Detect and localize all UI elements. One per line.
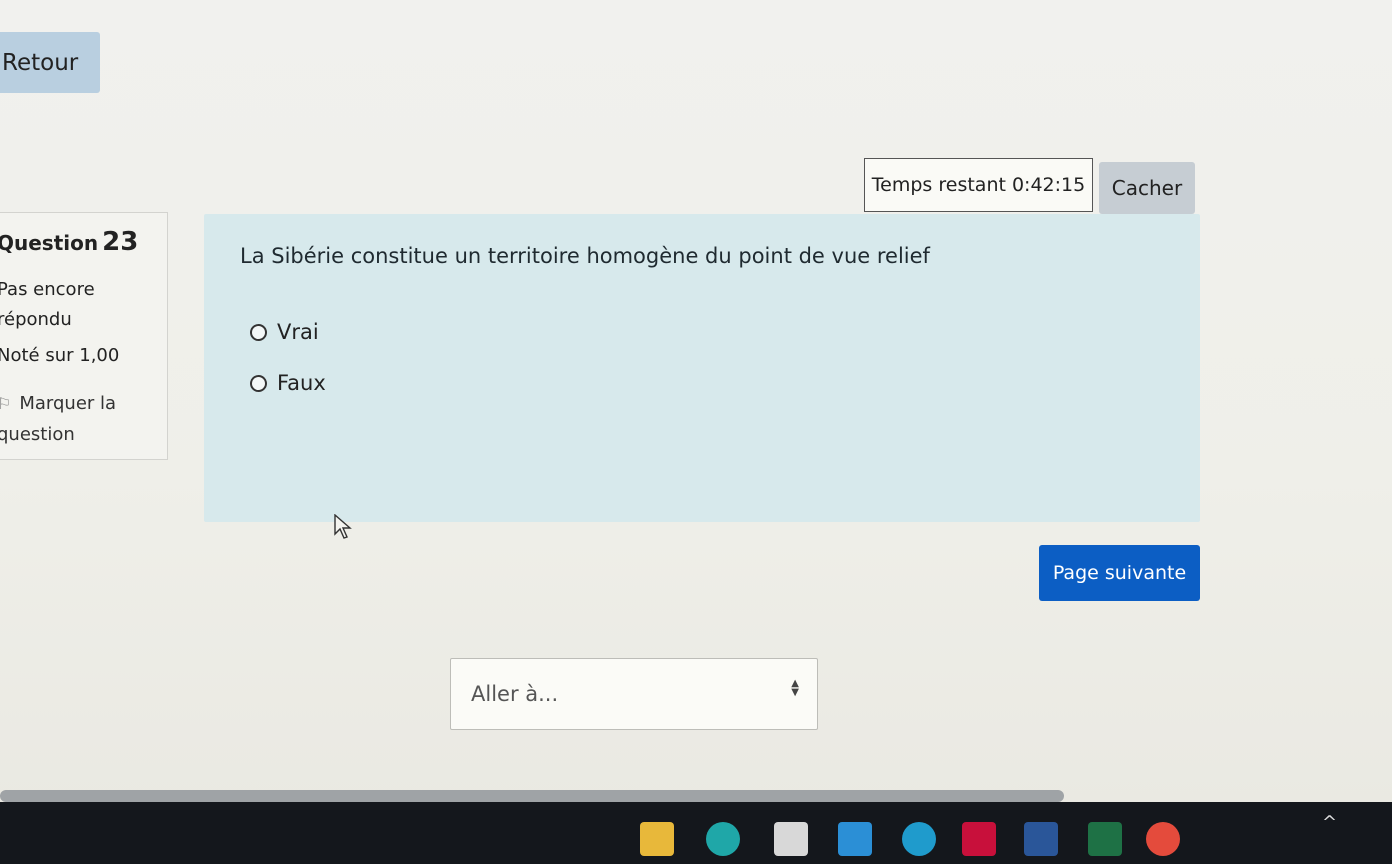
taskbar (0, 802, 1392, 864)
jump-to-value: Aller à... (471, 682, 559, 706)
time-remaining: Temps restant 0:42:15 (864, 158, 1093, 212)
time-remaining-value: 0:42:15 (1011, 174, 1086, 196)
question-info-card: Question 23 Pas encore répondu Noté sur 1… (0, 212, 168, 460)
question-grade: Noté sur 1,00 (0, 345, 120, 366)
horizontal-scrollbar[interactable] (0, 790, 1064, 802)
myip-icon[interactable] (838, 822, 872, 856)
back-button[interactable]: Retour (0, 32, 100, 93)
radio-button[interactable] (250, 323, 267, 341)
question-state: Pas encore répondu (0, 279, 95, 330)
paint-icon[interactable] (902, 822, 936, 856)
chevron-up-icon[interactable]: ^ (1322, 812, 1337, 833)
mcafee-icon[interactable] (962, 822, 996, 856)
store-icon[interactable] (774, 822, 808, 856)
answer-option-vrai[interactable]: Vrai (250, 320, 319, 344)
flag-question-label: Marquer la question (0, 393, 117, 445)
question-number: Question 23 (0, 227, 167, 257)
time-remaining-label: Temps restant (871, 174, 1006, 196)
answer-label: Vrai (277, 320, 319, 344)
hide-timer-button[interactable]: Cacher (1099, 162, 1195, 214)
edge-icon[interactable] (706, 822, 740, 856)
answer-option-faux[interactable]: Faux (250, 371, 326, 395)
file-explorer-icon[interactable] (640, 822, 674, 856)
next-page-button[interactable]: Page suivante (1039, 545, 1200, 601)
jump-to-select[interactable]: Aller à... ▲ ▼ (450, 658, 818, 730)
select-arrows-icon: ▲ ▼ (791, 678, 799, 698)
question-number-value: 23 (102, 227, 139, 257)
flag-question-link[interactable]: ⚐ Marquer la question (0, 388, 167, 450)
radio-button[interactable] (250, 374, 267, 392)
question-text: La Sibérie constitue un territoire homog… (240, 244, 930, 268)
question-content: La Sibérie constitue un territoire homog… (204, 214, 1200, 522)
question-label: Question (0, 231, 99, 255)
chrome-icon[interactable] (1146, 822, 1180, 856)
word-icon[interactable] (1024, 822, 1058, 856)
flag-icon: ⚐ (0, 394, 12, 413)
excel-icon[interactable] (1088, 822, 1122, 856)
answer-label: Faux (277, 371, 326, 395)
